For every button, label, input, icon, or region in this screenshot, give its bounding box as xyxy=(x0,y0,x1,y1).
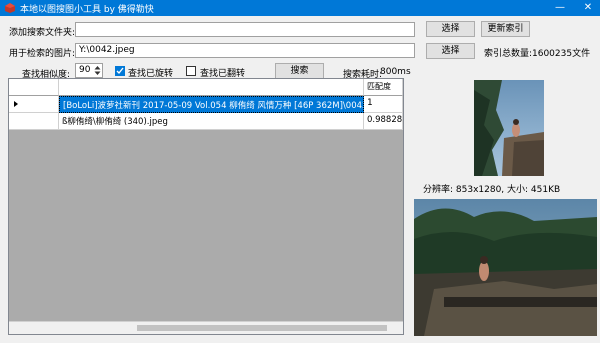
table-cell-path[interactable]: ß柳侑绮\柳侑绮 (340).jpeg xyxy=(59,113,364,130)
index-count-label: 索引总数量: xyxy=(484,49,533,59)
table-row-header[interactable] xyxy=(9,113,59,130)
select-image-button[interactable]: 选择 xyxy=(426,43,475,59)
query-image-input[interactable]: Y:\0042.jpeg xyxy=(75,43,415,58)
table-cell-path-text: ß柳侑绮\柳侑绮 (340).jpeg xyxy=(62,117,168,127)
query-image-preview xyxy=(474,80,544,176)
query-image-label: 用于检索的图片: xyxy=(9,49,76,59)
add-folder-label: 添加搜索文件夹: xyxy=(9,28,76,38)
similarity-stepper[interactable]: 90 xyxy=(75,63,103,78)
add-folder-input[interactable] xyxy=(75,22,415,37)
find-flipped-checkbox[interactable] xyxy=(186,66,196,76)
checkmark-icon xyxy=(116,67,124,75)
column-header-score[interactable]: 匹配度 xyxy=(364,79,403,96)
search-time-value: 800ms xyxy=(380,67,411,77)
similarity-value: 90 xyxy=(79,65,91,75)
column-header-path[interactable] xyxy=(59,79,364,96)
table-cell-path[interactable]: [BoLoLi]波萝社新刊 2017-05-09 Vol.054 柳侑绮 风情万… xyxy=(59,96,364,113)
horizontal-scrollbar[interactable] xyxy=(9,321,403,334)
index-count-value: 1600235文件 xyxy=(532,49,591,59)
row-header-column xyxy=(9,79,59,96)
table-cell-score[interactable]: 0.98828125 xyxy=(364,113,403,130)
table-cell-score[interactable]: 1 xyxy=(364,96,403,113)
select-folder-button[interactable]: 选择 xyxy=(426,21,475,37)
update-index-button[interactable]: 更新索引 xyxy=(481,21,530,37)
close-button[interactable]: ✕ xyxy=(576,0,600,16)
results-table[interactable]: 匹配度 [BoLoLi]波萝社新刊 2017-05-09 Vol.054 柳侑绮… xyxy=(8,78,404,335)
scrollbar-thumb[interactable] xyxy=(137,325,387,331)
minimize-button[interactable]: — xyxy=(548,0,572,16)
resolution-info: 分辨率: 853x1280, 大小: 451KB xyxy=(423,185,561,195)
search-button[interactable]: 搜索 xyxy=(275,63,324,79)
title-bar: 本地以图搜图小工具 by 佛得勒快 — ✕ xyxy=(0,0,600,16)
table-row-header[interactable] xyxy=(9,96,59,113)
find-rotated-checkbox[interactable] xyxy=(115,66,125,76)
app-icon xyxy=(5,3,15,13)
result-image-preview xyxy=(414,199,597,336)
row-pointer-icon xyxy=(14,101,18,107)
window-title: 本地以图搜图小工具 by 佛得勒快 xyxy=(20,5,154,15)
stepper-arrows-icon[interactable] xyxy=(94,65,101,76)
